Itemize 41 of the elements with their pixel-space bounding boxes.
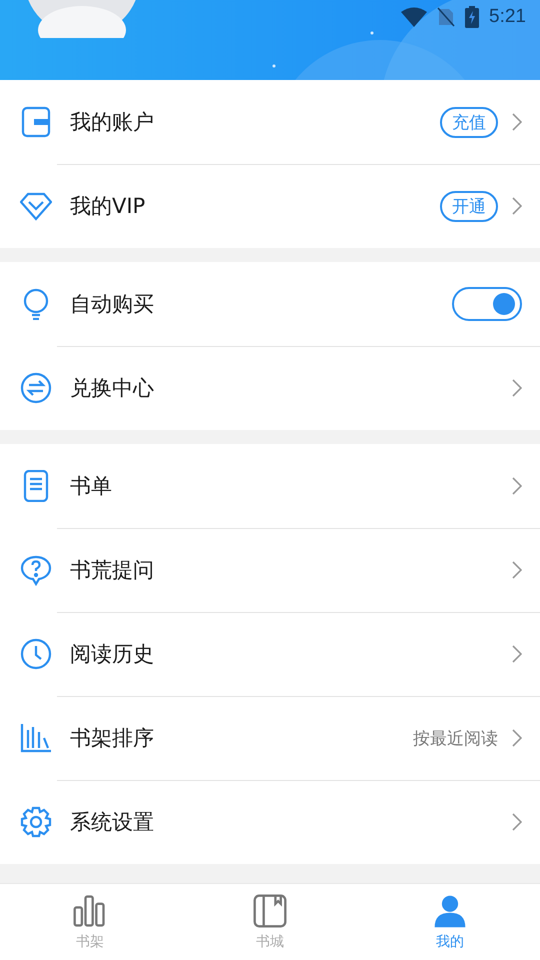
diamond-icon: [20, 190, 52, 222]
chevron-icon: [512, 197, 522, 215]
menu-row[interactable]: 书架排序 按最近阅读: [0, 696, 540, 780]
wallet-icon: [20, 106, 52, 138]
chevron-icon: [512, 379, 522, 397]
exchange-icon: [20, 372, 52, 404]
settings-icon: [20, 806, 52, 838]
menu-label: 书架排序: [70, 725, 154, 752]
menu-label: 系统设置: [70, 809, 154, 836]
menu-label: 兑换中心: [70, 375, 154, 402]
status-time: 5:21: [489, 6, 526, 28]
menu-row[interactable]: 阅读历史: [0, 612, 540, 696]
menu-label: 书单: [70, 473, 112, 500]
chevron-icon: [512, 645, 522, 663]
current-value: 按最近阅读: [413, 728, 498, 750]
menu-label: 书荒提问: [70, 557, 154, 584]
bars-icon: [20, 722, 52, 754]
menu-row[interactable]: 自动购买: [0, 262, 540, 346]
battery-charging-icon: [465, 6, 480, 28]
chevron-icon: [512, 813, 522, 831]
question-bubble-icon: [20, 554, 52, 586]
menu-row[interactable]: 我的VIP 开通: [0, 164, 540, 248]
toggle-switch[interactable]: [452, 287, 522, 321]
menu-row[interactable]: 我的账户 充值: [0, 80, 540, 164]
menu-row[interactable]: 书单: [0, 444, 540, 528]
book-icon: [252, 893, 288, 929]
chevron-icon: [512, 477, 522, 495]
menu-label: 我的账户: [70, 109, 154, 136]
menu-label: 自动购买: [70, 291, 154, 318]
clock-icon: [20, 638, 52, 670]
menu-label: 我的VIP: [70, 193, 146, 220]
wifi-icon: [401, 7, 428, 27]
chevron-icon: [512, 729, 522, 747]
menu-label: 阅读历史: [70, 641, 154, 668]
menu-row[interactable]: 书荒提问: [0, 528, 540, 612]
person-icon: [432, 893, 468, 929]
no-sim-icon: [437, 7, 456, 27]
chevron-icon: [512, 561, 522, 579]
menu-row[interactable]: 兑换中心: [0, 346, 540, 430]
menu-row[interactable]: 系统设置: [0, 780, 540, 864]
chevron-icon: [512, 113, 522, 131]
